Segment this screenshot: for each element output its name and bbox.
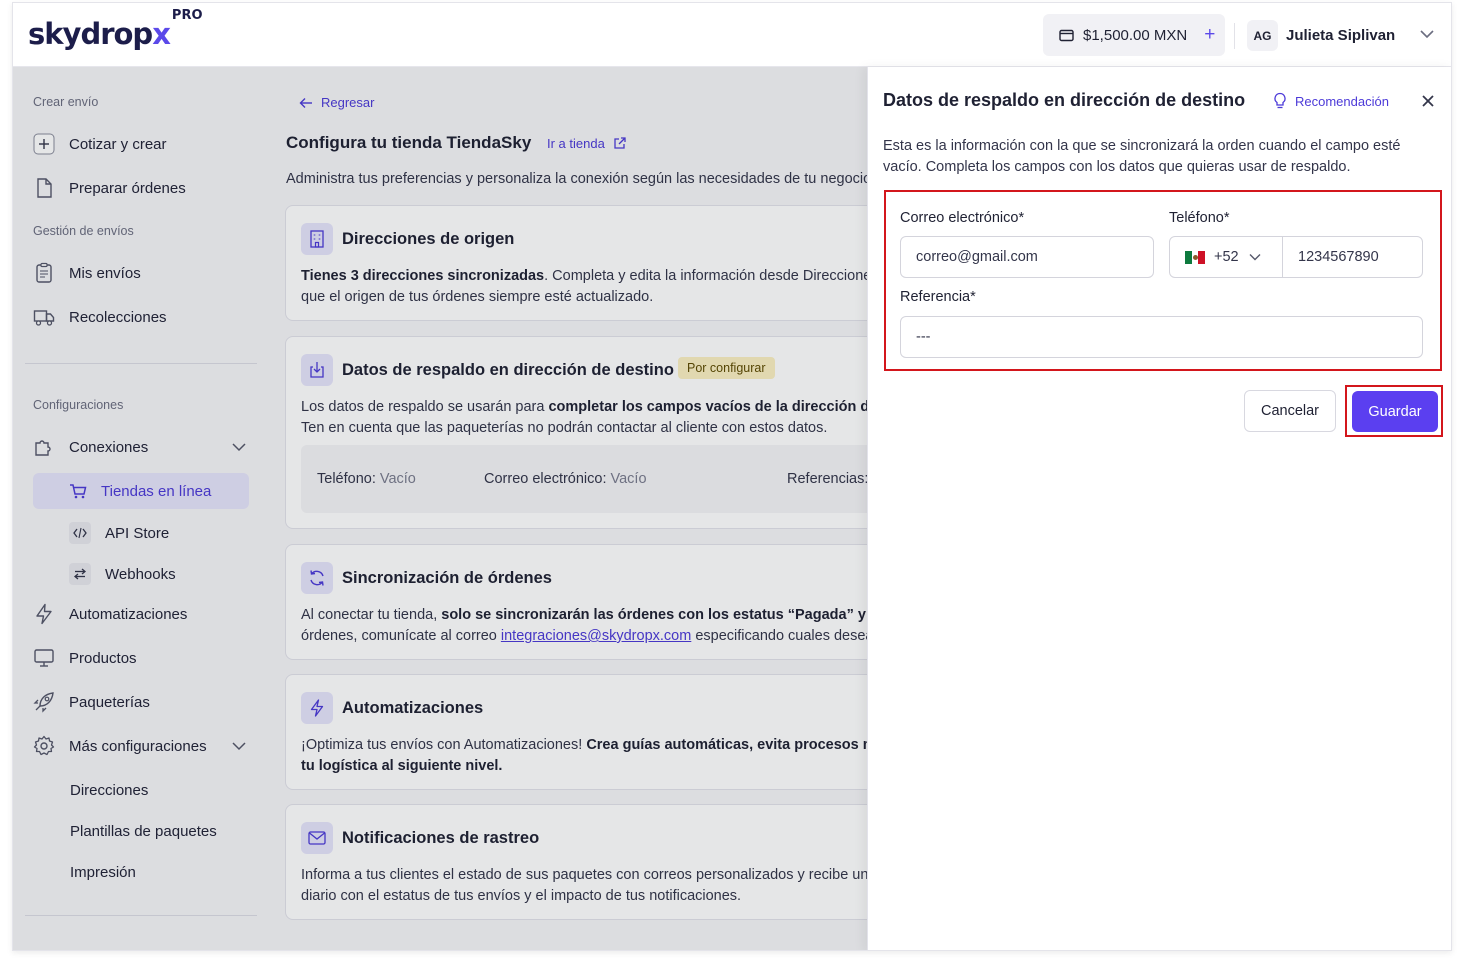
chevron-down-icon: [1249, 254, 1261, 261]
save-button[interactable]: Guardar: [1352, 391, 1438, 432]
modal-backdrop[interactable]: [13, 67, 867, 950]
lightbulb-icon: [1274, 92, 1286, 109]
email-label: Correo electrónico*: [900, 210, 1025, 226]
country-code-select[interactable]: +52: [1170, 237, 1283, 277]
close-icon[interactable]: [1420, 93, 1436, 109]
reference-field[interactable]: ---: [900, 316, 1423, 358]
recommendation-link[interactable]: Recomendación: [1273, 92, 1389, 110]
phone-label: Teléfono*: [1169, 210, 1230, 226]
email-field[interactable]: correo@gmail.com: [900, 236, 1154, 278]
wallet-icon: [1059, 29, 1074, 41]
phone-number-input[interactable]: 1234567890: [1283, 237, 1379, 277]
app-window: skydropxPRO $1,500.00 MXN + AG Julieta S…: [12, 2, 1452, 951]
backup-form: Correo electrónico* correo@gmail.com Tel…: [884, 190, 1442, 371]
drawer-title: Datos de respaldo en dirección de destin…: [883, 90, 1246, 110]
cancel-button[interactable]: Cancelar: [1244, 390, 1336, 432]
drawer-description: Esta es la información con la que se sin…: [883, 138, 1401, 175]
mexico-flag-icon: [1185, 250, 1206, 264]
backup-data-drawer: Datos de respaldo en dirección de destin…: [867, 67, 1451, 950]
reference-label: Referencia*: [900, 289, 976, 305]
phone-field-group: +52 1234567890: [1169, 236, 1423, 278]
top-header: skydropxPRO $1,500.00 MXN + AG Julieta S…: [13, 3, 1451, 67]
balance-button[interactable]: $1,500.00 MXN +: [1043, 14, 1225, 56]
chevron-down-icon[interactable]: [1418, 25, 1436, 43]
user-name[interactable]: Julieta Siplivan: [1286, 27, 1395, 44]
skydropx-logo[interactable]: skydropxPRO: [28, 8, 203, 51]
add-balance-icon[interactable]: +: [1204, 24, 1215, 46]
header-divider: [1234, 23, 1235, 49]
balance-amount: $1,500.00 MXN: [1083, 26, 1188, 44]
avatar[interactable]: AG: [1247, 20, 1278, 51]
